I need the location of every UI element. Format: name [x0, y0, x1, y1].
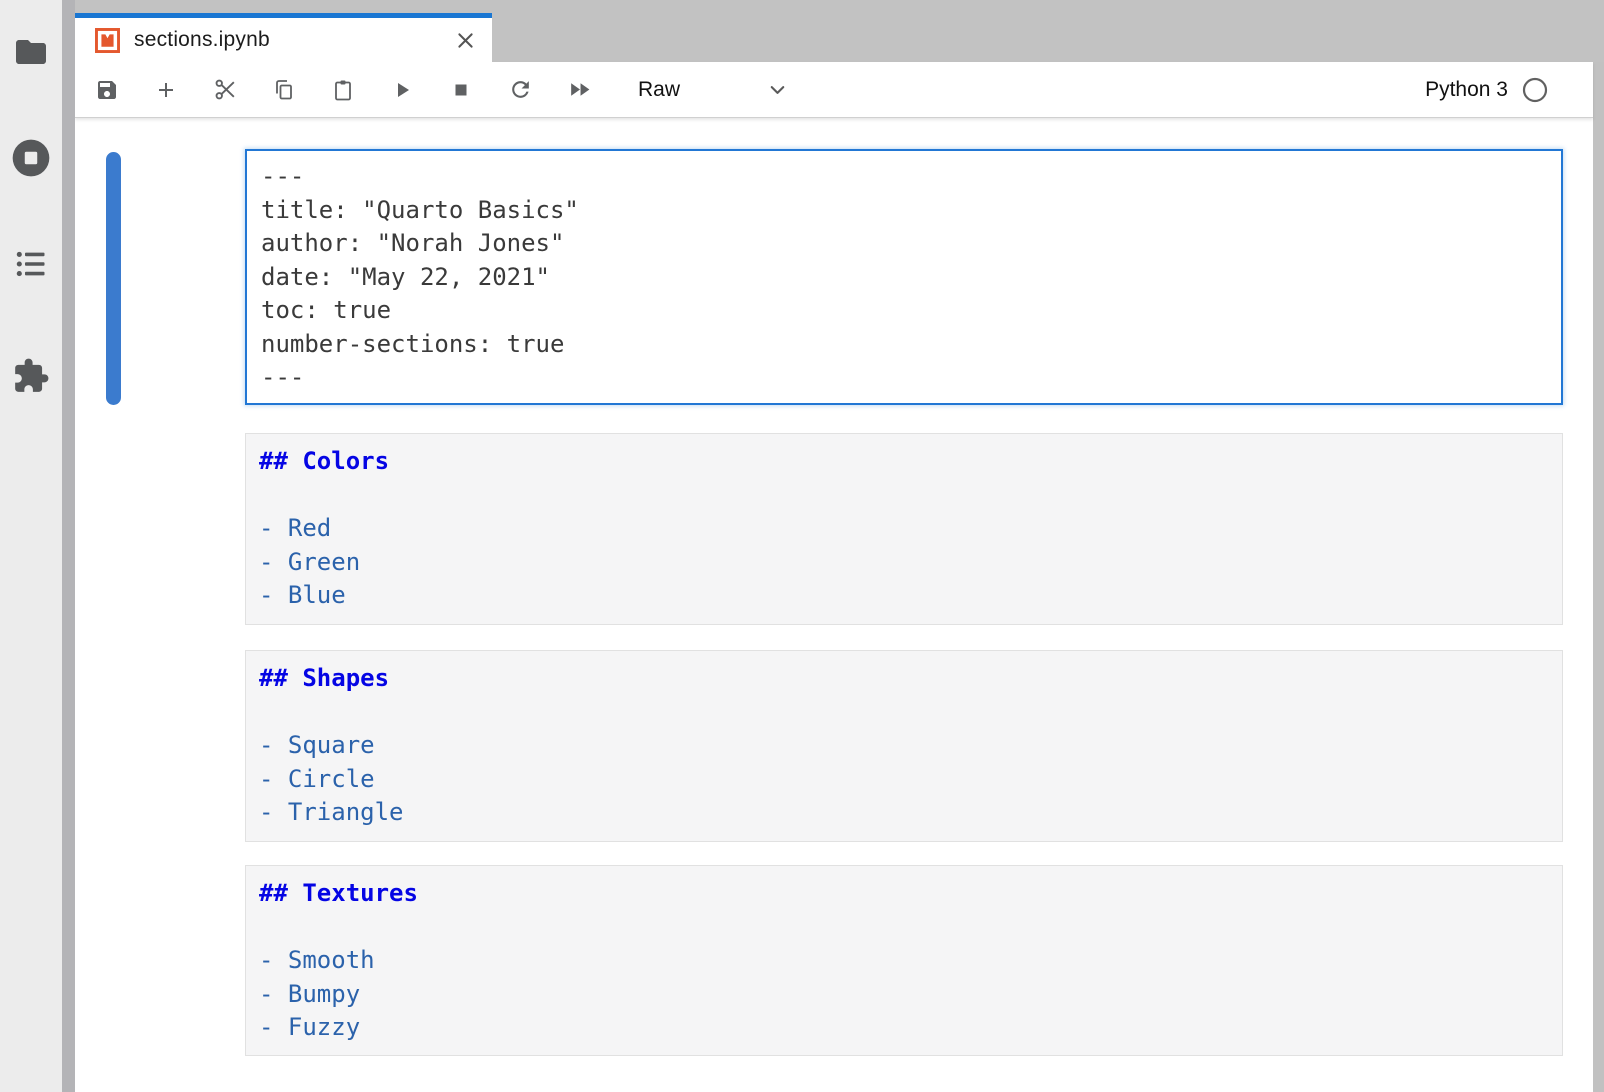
markdown-list-item: - Triangle: [259, 796, 1549, 830]
plus-icon: [154, 78, 178, 102]
restart-kernel-button[interactable]: [508, 78, 532, 102]
cell-type-value: Raw: [638, 78, 680, 102]
sidebar-item-extensions[interactable]: [0, 344, 62, 408]
refresh-icon: [508, 77, 533, 102]
markdown-list-item: - Green: [259, 546, 1549, 580]
paste-cells-button[interactable]: [331, 78, 355, 102]
markdown-list-item: - Bumpy: [259, 978, 1549, 1012]
chevron-down-icon: [766, 78, 789, 101]
notebook-icon: [94, 27, 121, 54]
markdown-cell-textures[interactable]: ## Textures - Smooth - Bumpy - Fuzzy: [245, 865, 1563, 1056]
save-button[interactable]: [95, 78, 119, 102]
notebook-toolbar: Raw Python 3: [75, 62, 1593, 118]
blank-line: [259, 696, 1549, 730]
sidebar-item-table-of-contents[interactable]: [0, 232, 62, 296]
code-line: author: "Norah Jones": [261, 227, 1547, 261]
code-line: ---: [261, 160, 1547, 194]
code-line: title: "Quarto Basics": [261, 194, 1547, 228]
stop-icon: [449, 78, 473, 102]
folder-icon: [13, 34, 49, 70]
code-line: toc: true: [261, 294, 1547, 328]
markdown-cell-colors[interactable]: ## Colors - Red - Green - Blue: [245, 433, 1563, 625]
scissors-icon: [213, 77, 238, 102]
blank-line: [259, 911, 1549, 945]
code-line: ---: [261, 361, 1547, 395]
fast-forward-icon: [567, 77, 592, 102]
sidebar-item-running-kernels[interactable]: [0, 126, 62, 190]
markdown-list-item: - Circle: [259, 763, 1549, 797]
cell-type-dropdown[interactable]: Raw: [626, 78, 789, 102]
tab-sections-ipynb[interactable]: sections.ipynb: [75, 13, 492, 62]
kernel-selector[interactable]: Python 3: [1425, 77, 1548, 103]
kernel-name: Python 3: [1425, 78, 1508, 102]
sidebar-item-file-browser[interactable]: [0, 20, 62, 84]
markdown-header: ## Colors: [259, 445, 1549, 479]
markdown-list-item: - Blue: [259, 579, 1549, 613]
clipboard-icon: [331, 78, 355, 102]
markdown-list-item: - Fuzzy: [259, 1011, 1549, 1045]
close-icon[interactable]: [455, 30, 476, 51]
tab-title: sections.ipynb: [134, 28, 270, 52]
restart-run-all-button[interactable]: [567, 78, 591, 102]
markdown-cell-shapes[interactable]: ## Shapes - Square - Circle - Triangle: [245, 650, 1563, 842]
scrollbar-track[interactable]: [1593, 62, 1604, 1092]
list-icon: [13, 246, 49, 282]
copy-cells-button[interactable]: [272, 78, 296, 102]
kernel-status-icon: [1522, 77, 1548, 103]
markdown-header: ## Textures: [259, 877, 1549, 911]
active-cell-collapser[interactable]: [106, 152, 121, 405]
play-icon: [390, 78, 414, 102]
interrupt-kernel-button[interactable]: [449, 78, 473, 102]
code-line: number-sections: true: [261, 328, 1547, 362]
markdown-list-item: - Red: [259, 512, 1549, 546]
code-line: date: "May 22, 2021": [261, 261, 1547, 295]
activity-sidebar: [0, 0, 62, 1092]
puzzle-icon: [12, 357, 50, 395]
stop-circle-icon: [9, 136, 53, 180]
markdown-list-item: - Square: [259, 729, 1549, 763]
raw-cell-editor[interactable]: --- title: "Quarto Basics" author: "Nora…: [245, 149, 1563, 405]
blank-line: [259, 479, 1549, 513]
markdown-list-item: - Smooth: [259, 944, 1549, 978]
sidebar-splitter[interactable]: [62, 0, 75, 1092]
insert-cell-button[interactable]: [154, 78, 178, 102]
markdown-header: ## Shapes: [259, 662, 1549, 696]
copy-icon: [272, 78, 296, 102]
cut-cells-button[interactable]: [213, 78, 237, 102]
run-cell-button[interactable]: [390, 78, 414, 102]
save-icon: [95, 78, 119, 102]
